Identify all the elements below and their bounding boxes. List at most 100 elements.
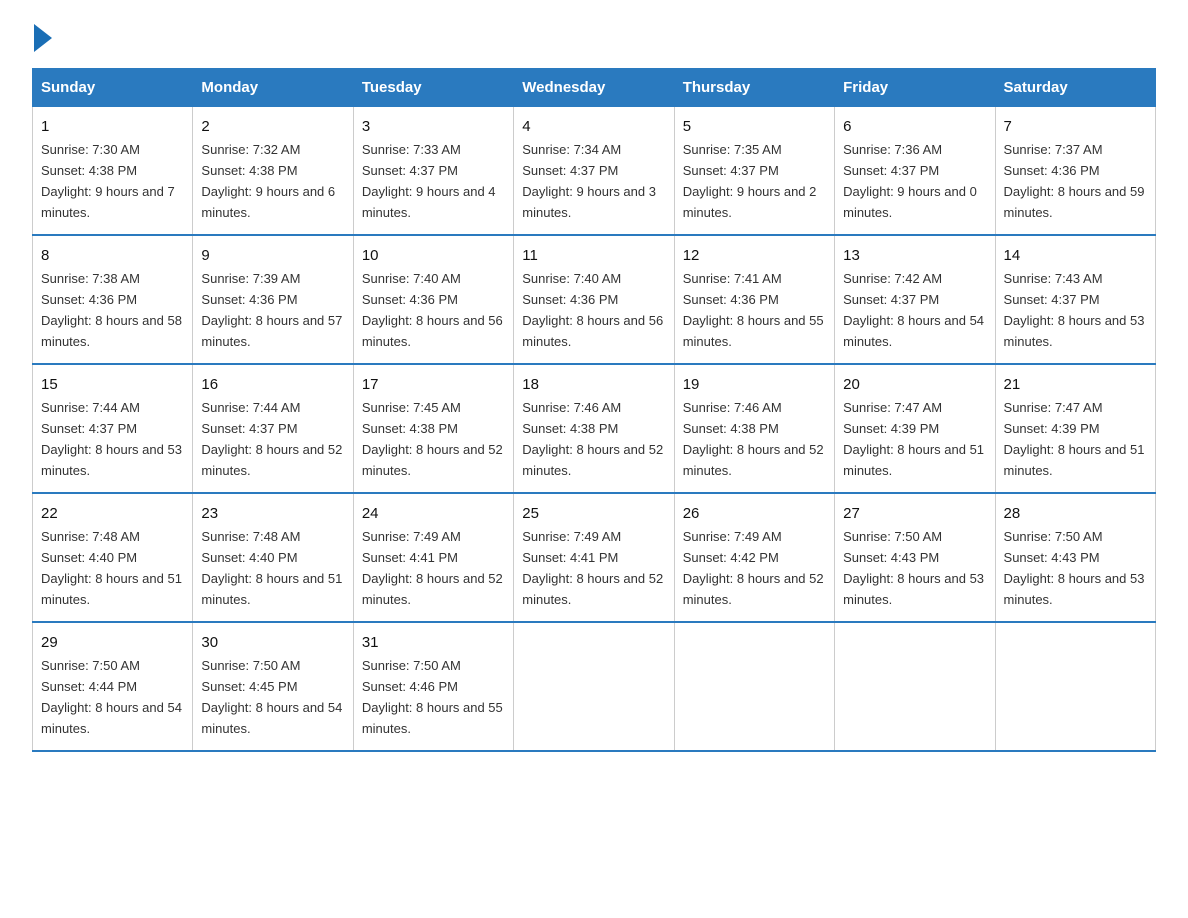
column-header-monday: Monday: [193, 69, 353, 107]
calendar-cell: 29 Sunrise: 7:50 AMSunset: 4:44 PMDayligh…: [33, 622, 193, 751]
day-info: Sunrise: 7:46 AMSunset: 4:38 PMDaylight:…: [683, 400, 824, 478]
day-number: 3: [362, 115, 505, 138]
calendar-cell: 26 Sunrise: 7:49 AMSunset: 4:42 PMDayligh…: [674, 493, 834, 622]
day-info: Sunrise: 7:47 AMSunset: 4:39 PMDaylight:…: [843, 400, 984, 478]
day-info: Sunrise: 7:41 AMSunset: 4:36 PMDaylight:…: [683, 271, 824, 349]
calendar-cell: 22 Sunrise: 7:48 AMSunset: 4:40 PMDayligh…: [33, 493, 193, 622]
calendar-cell: 21Sunrise: 7:47 AMSunset: 4:39 PMDayligh…: [995, 364, 1155, 493]
calendar-cell: 19 Sunrise: 7:46 AMSunset: 4:38 PMDayligh…: [674, 364, 834, 493]
day-info: Sunrise: 7:50 AMSunset: 4:43 PMDaylight:…: [843, 529, 984, 607]
day-info: Sunrise: 7:44 AMSunset: 4:37 PMDaylight:…: [41, 400, 182, 478]
day-number: 19: [683, 373, 826, 396]
calendar-cell: 15 Sunrise: 7:44 AMSunset: 4:37 PMDayligh…: [33, 364, 193, 493]
day-number: 22: [41, 502, 184, 525]
calendar-cell: 10 Sunrise: 7:40 AMSunset: 4:36 PMDayligh…: [353, 235, 513, 364]
calendar-cell: 24Sunrise: 7:49 AMSunset: 4:41 PMDayligh…: [353, 493, 513, 622]
day-number: 20: [843, 373, 986, 396]
calendar-table: SundayMondayTuesdayWednesdayThursdayFrid…: [32, 68, 1156, 752]
calendar-cell: 20 Sunrise: 7:47 AMSunset: 4:39 PMDayligh…: [835, 364, 995, 493]
day-info: Sunrise: 7:50 AMSunset: 4:46 PMDaylight:…: [362, 658, 503, 736]
day-info: Sunrise: 7:38 AMSunset: 4:36 PMDaylight:…: [41, 271, 182, 349]
calendar-cell: 14 Sunrise: 7:43 AMSunset: 4:37 PMDayligh…: [995, 235, 1155, 364]
calendar-cell: 12 Sunrise: 7:41 AMSunset: 4:36 PMDayligh…: [674, 235, 834, 364]
calendar-cell: [674, 622, 834, 751]
day-info: Sunrise: 7:40 AMSunset: 4:36 PMDaylight:…: [522, 271, 663, 349]
calendar-cell: [514, 622, 674, 751]
day-number: 29: [41, 631, 184, 654]
day-number: 5: [683, 115, 826, 138]
column-header-sunday: Sunday: [33, 69, 193, 107]
calendar-cell: [835, 622, 995, 751]
calendar-cell: 8 Sunrise: 7:38 AMSunset: 4:36 PMDaylight…: [33, 235, 193, 364]
calendar-week-row: 22 Sunrise: 7:48 AMSunset: 4:40 PMDayligh…: [33, 493, 1156, 622]
column-header-friday: Friday: [835, 69, 995, 107]
day-info: Sunrise: 7:39 AMSunset: 4:36 PMDaylight:…: [201, 271, 342, 349]
day-info: Sunrise: 7:49 AMSunset: 4:41 PMDaylight:…: [522, 529, 663, 607]
calendar-cell: 11 Sunrise: 7:40 AMSunset: 4:36 PMDayligh…: [514, 235, 674, 364]
day-number: 14: [1004, 244, 1147, 267]
calendar-cell: 4Sunrise: 7:34 AMSunset: 4:37 PMDaylight…: [514, 107, 674, 235]
calendar-cell: 27 Sunrise: 7:50 AMSunset: 4:43 PMDayligh…: [835, 493, 995, 622]
day-info: Sunrise: 7:30 AMSunset: 4:38 PMDaylight:…: [41, 142, 175, 220]
day-info: Sunrise: 7:48 AMSunset: 4:40 PMDaylight:…: [201, 529, 342, 607]
day-number: 27: [843, 502, 986, 525]
day-info: Sunrise: 7:50 AMSunset: 4:44 PMDaylight:…: [41, 658, 182, 736]
calendar-week-row: 1 Sunrise: 7:30 AMSunset: 4:38 PMDaylight…: [33, 107, 1156, 235]
calendar-week-row: 8 Sunrise: 7:38 AMSunset: 4:36 PMDaylight…: [33, 235, 1156, 364]
calendar-cell: 31Sunrise: 7:50 AMSunset: 4:46 PMDayligh…: [353, 622, 513, 751]
day-info: Sunrise: 7:49 AMSunset: 4:42 PMDaylight:…: [683, 529, 824, 607]
calendar-cell: 9Sunrise: 7:39 AMSunset: 4:36 PMDaylight…: [193, 235, 353, 364]
column-header-wednesday: Wednesday: [514, 69, 674, 107]
day-info: Sunrise: 7:37 AMSunset: 4:36 PMDaylight:…: [1004, 142, 1145, 220]
calendar-cell: 30 Sunrise: 7:50 AMSunset: 4:45 PMDayligh…: [193, 622, 353, 751]
calendar-cell: 13Sunrise: 7:42 AMSunset: 4:37 PMDayligh…: [835, 235, 995, 364]
day-number: 21: [1004, 373, 1147, 396]
day-number: 8: [41, 244, 184, 267]
day-info: Sunrise: 7:35 AMSunset: 4:37 PMDaylight:…: [683, 142, 817, 220]
day-info: Sunrise: 7:43 AMSunset: 4:37 PMDaylight:…: [1004, 271, 1145, 349]
calendar-cell: 23Sunrise: 7:48 AMSunset: 4:40 PMDayligh…: [193, 493, 353, 622]
day-info: Sunrise: 7:48 AMSunset: 4:40 PMDaylight:…: [41, 529, 182, 607]
day-number: 12: [683, 244, 826, 267]
day-number: 1: [41, 115, 184, 138]
day-info: Sunrise: 7:50 AMSunset: 4:43 PMDaylight:…: [1004, 529, 1145, 607]
calendar-week-row: 15 Sunrise: 7:44 AMSunset: 4:37 PMDayligh…: [33, 364, 1156, 493]
column-header-tuesday: Tuesday: [353, 69, 513, 107]
day-number: 11: [522, 244, 665, 267]
day-number: 26: [683, 502, 826, 525]
day-info: Sunrise: 7:40 AMSunset: 4:36 PMDaylight:…: [362, 271, 503, 349]
calendar-cell: 3 Sunrise: 7:33 AMSunset: 4:37 PMDaylight…: [353, 107, 513, 235]
calendar-cell: 7 Sunrise: 7:37 AMSunset: 4:36 PMDaylight…: [995, 107, 1155, 235]
day-number: 2: [201, 115, 344, 138]
column-header-saturday: Saturday: [995, 69, 1155, 107]
calendar-week-row: 29 Sunrise: 7:50 AMSunset: 4:44 PMDayligh…: [33, 622, 1156, 751]
column-header-thursday: Thursday: [674, 69, 834, 107]
day-info: Sunrise: 7:45 AMSunset: 4:38 PMDaylight:…: [362, 400, 503, 478]
logo-triangle-icon: [34, 24, 52, 52]
day-info: Sunrise: 7:50 AMSunset: 4:45 PMDaylight:…: [201, 658, 342, 736]
calendar-cell: 2Sunrise: 7:32 AMSunset: 4:38 PMDaylight…: [193, 107, 353, 235]
day-number: 17: [362, 373, 505, 396]
day-number: 16: [201, 373, 344, 396]
day-number: 10: [362, 244, 505, 267]
calendar-cell: 5 Sunrise: 7:35 AMSunset: 4:37 PMDaylight…: [674, 107, 834, 235]
day-number: 6: [843, 115, 986, 138]
calendar-cell: 17 Sunrise: 7:45 AMSunset: 4:38 PMDayligh…: [353, 364, 513, 493]
day-info: Sunrise: 7:42 AMSunset: 4:37 PMDaylight:…: [843, 271, 984, 349]
day-number: 18: [522, 373, 665, 396]
day-number: 30: [201, 631, 344, 654]
day-number: 15: [41, 373, 184, 396]
day-number: 4: [522, 115, 665, 138]
day-info: Sunrise: 7:36 AMSunset: 4:37 PMDaylight:…: [843, 142, 977, 220]
calendar-cell: [995, 622, 1155, 751]
day-info: Sunrise: 7:46 AMSunset: 4:38 PMDaylight:…: [522, 400, 663, 478]
day-number: 25: [522, 502, 665, 525]
day-number: 7: [1004, 115, 1147, 138]
day-info: Sunrise: 7:44 AMSunset: 4:37 PMDaylight:…: [201, 400, 342, 478]
calendar-cell: 25 Sunrise: 7:49 AMSunset: 4:41 PMDayligh…: [514, 493, 674, 622]
day-info: Sunrise: 7:33 AMSunset: 4:37 PMDaylight:…: [362, 142, 496, 220]
day-number: 28: [1004, 502, 1147, 525]
calendar-cell: 18 Sunrise: 7:46 AMSunset: 4:38 PMDayligh…: [514, 364, 674, 493]
calendar-cell: 1 Sunrise: 7:30 AMSunset: 4:38 PMDaylight…: [33, 107, 193, 235]
day-info: Sunrise: 7:49 AMSunset: 4:41 PMDaylight:…: [362, 529, 503, 607]
